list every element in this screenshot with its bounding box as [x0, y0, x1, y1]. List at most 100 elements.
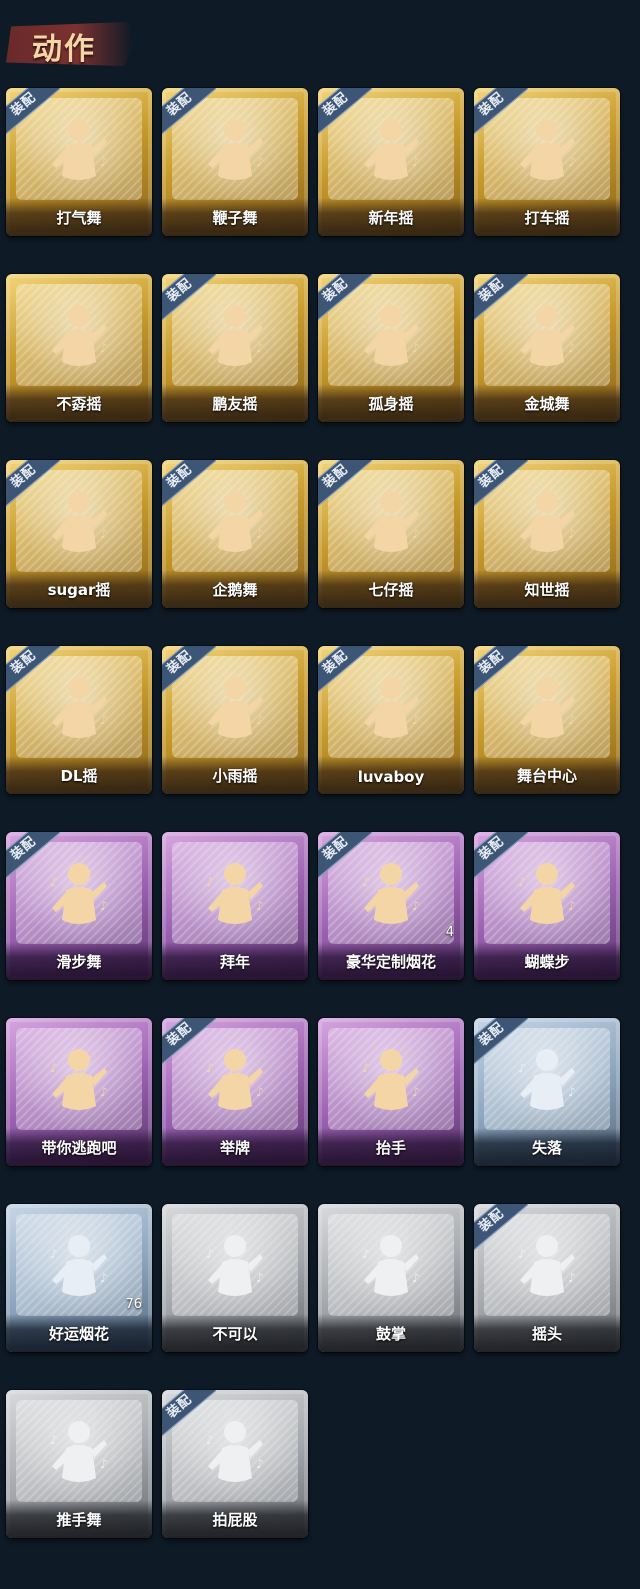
emote-card[interactable]: ♪ ♪ 鹏友摇 装配	[162, 274, 308, 422]
emote-card[interactable]: ♪ ♪ 七仔摇 装配	[318, 460, 464, 608]
svg-text:♪: ♪	[256, 1085, 264, 1099]
svg-text:♪: ♪	[518, 1061, 526, 1075]
emote-label: 拍屁股	[212, 1511, 258, 1529]
emote-label: 摇头	[531, 1325, 562, 1343]
svg-text:♪: ♪	[50, 1433, 58, 1447]
svg-text:♪: ♪	[518, 317, 526, 331]
emote-label: 失落	[531, 1139, 562, 1157]
emote-card[interactable]: ♪ ♪ 金城舞 装配	[474, 274, 620, 422]
svg-text:♪: ♪	[412, 155, 420, 169]
dancer-figure-icon: ♪♪	[50, 1235, 108, 1296]
dancer-figure-icon: ♪♪	[206, 863, 264, 924]
emote-card[interactable]: ♪ ♪ 知世摇 装配	[474, 460, 620, 608]
emote-card[interactable]: ♪ ♪ 滑步舞 装配	[6, 832, 152, 980]
emote-label: luvaboy	[357, 768, 425, 786]
svg-text:♪: ♪	[412, 341, 420, 355]
dancer-figure-icon: ♪♪	[362, 1235, 420, 1296]
dancer-figure-icon: ♪♪	[206, 1049, 264, 1110]
emote-label: 舞台中心	[516, 767, 577, 785]
emote-label: 知世摇	[524, 581, 570, 599]
emote-card[interactable]: ♪ ♪ sugar摇 装配	[6, 460, 152, 608]
dancer-figure-icon: ♪♪	[50, 305, 108, 366]
emote-label: 抬手	[375, 1139, 406, 1157]
emote-label: 好运烟花	[48, 1325, 109, 1343]
svg-text:♪: ♪	[100, 713, 108, 727]
emote-card[interactable]: ♪ ♪ 好运烟花 76	[6, 1204, 152, 1352]
svg-text:♪: ♪	[100, 155, 108, 169]
svg-text:♪: ♪	[206, 689, 214, 703]
svg-text:♪: ♪	[412, 899, 420, 913]
dancer-figure-icon: ♪♪	[50, 677, 108, 738]
emote-label: 企鹅舞	[212, 581, 258, 599]
dancer-figure-icon: ♪♪	[50, 119, 108, 180]
emote-card[interactable]: ♪ ♪ 鞭子舞 装配	[162, 88, 308, 236]
svg-text:♪: ♪	[256, 1457, 264, 1471]
emote-card[interactable]: ♪ ♪ luvaboy 装配	[318, 646, 464, 794]
svg-text:♪: ♪	[518, 689, 526, 703]
item-count: 76	[125, 1297, 142, 1312]
emote-card[interactable]: ♪ ♪ 鼓掌	[318, 1204, 464, 1352]
emote-card[interactable]: ♪ ♪ 拍屁股 装配	[162, 1390, 308, 1538]
dancer-figure-icon: ♪♪	[518, 305, 576, 366]
svg-text:♪: ♪	[206, 1061, 214, 1075]
emote-card[interactable]: ♪ ♪ 蝴蝶步 装配	[474, 832, 620, 980]
emote-card[interactable]: ♪ ♪ 打气舞 装配	[6, 88, 152, 236]
svg-text:♪: ♪	[256, 527, 264, 541]
dancer-figure-icon: ♪♪	[518, 119, 576, 180]
svg-text:♪: ♪	[50, 317, 58, 331]
svg-text:♪: ♪	[100, 341, 108, 355]
svg-text:♪: ♪	[256, 155, 264, 169]
dancer-figure-icon: ♪♪	[362, 677, 420, 738]
emote-card[interactable]: ♪ ♪ 企鹅舞 装配	[162, 460, 308, 608]
emote-label: sugar摇	[47, 581, 111, 599]
svg-text:♪: ♪	[362, 503, 370, 517]
dancer-figure-icon: ♪♪	[206, 491, 264, 552]
svg-text:♪: ♪	[568, 1085, 576, 1099]
emote-label: 鞭子舞	[212, 209, 258, 227]
emote-card[interactable]: ♪ ♪ 不可以	[162, 1204, 308, 1352]
svg-text:♪: ♪	[100, 1271, 108, 1285]
dancer-figure-icon: ♪♪	[206, 119, 264, 180]
svg-text:♪: ♪	[412, 713, 420, 727]
emote-card[interactable]: ♪ ♪ 带你逃跑吧	[6, 1018, 152, 1166]
svg-text:♪: ♪	[412, 1085, 420, 1099]
svg-text:♪: ♪	[568, 341, 576, 355]
emote-card[interactable]: ♪ ♪ 豪华定制烟花 4 装配	[318, 832, 464, 980]
emote-card[interactable]: ♪ ♪ 举牌 装配	[162, 1018, 308, 1166]
svg-text:♪: ♪	[362, 131, 370, 145]
dancer-figure-icon: ♪♪	[50, 1049, 108, 1110]
emote-label: 豪华定制烟花	[345, 953, 436, 971]
svg-text:♪: ♪	[518, 131, 526, 145]
dancer-figure-icon: ♪♪	[518, 677, 576, 738]
emote-label: 鼓掌	[375, 1325, 406, 1343]
emote-label: 新年摇	[368, 209, 414, 227]
emote-label: 不可以	[212, 1325, 258, 1343]
dancer-figure-icon: ♪♪	[206, 677, 264, 738]
emote-card[interactable]: ♪ ♪ 小雨摇 装配	[162, 646, 308, 794]
emote-card[interactable]: ♪ ♪ 打车摇 装配	[474, 88, 620, 236]
emote-label: 举牌	[219, 1139, 250, 1157]
emote-label: 鹏友摇	[212, 395, 258, 413]
svg-text:♪: ♪	[100, 527, 108, 541]
emote-card[interactable]: ♪ ♪ 拜年	[162, 832, 308, 980]
emote-card[interactable]: ♪ ♪ DL摇 装配	[6, 646, 152, 794]
emote-card[interactable]: ♪ ♪ 新年摇 装配	[318, 88, 464, 236]
emote-label: 蝴蝶步	[524, 953, 570, 971]
svg-text:♪: ♪	[206, 503, 214, 517]
emote-label: 打气舞	[56, 209, 102, 227]
emote-card[interactable]: ♪ ♪ 失落 装配	[474, 1018, 620, 1166]
svg-text:♪: ♪	[412, 1271, 420, 1285]
svg-text:♪: ♪	[568, 713, 576, 727]
emote-label: DL摇	[60, 767, 98, 785]
emote-card[interactable]: ♪ ♪ 抬手	[318, 1018, 464, 1166]
svg-text:♪: ♪	[206, 1433, 214, 1447]
svg-text:♪: ♪	[50, 689, 58, 703]
emote-card[interactable]: ♪ ♪ 舞台中心 装配	[474, 646, 620, 794]
emote-card[interactable]: ♪ ♪ 孤身摇 装配	[318, 274, 464, 422]
dancer-figure-icon: ♪♪	[518, 491, 576, 552]
svg-text:♪: ♪	[362, 317, 370, 331]
emote-card[interactable]: ♪ ♪ 不孬摇	[6, 274, 152, 422]
emote-label: 不孬摇	[56, 395, 102, 413]
emote-card[interactable]: ♪ ♪ 推手舞	[6, 1390, 152, 1538]
emote-card[interactable]: ♪ ♪ 摇头 装配	[474, 1204, 620, 1352]
